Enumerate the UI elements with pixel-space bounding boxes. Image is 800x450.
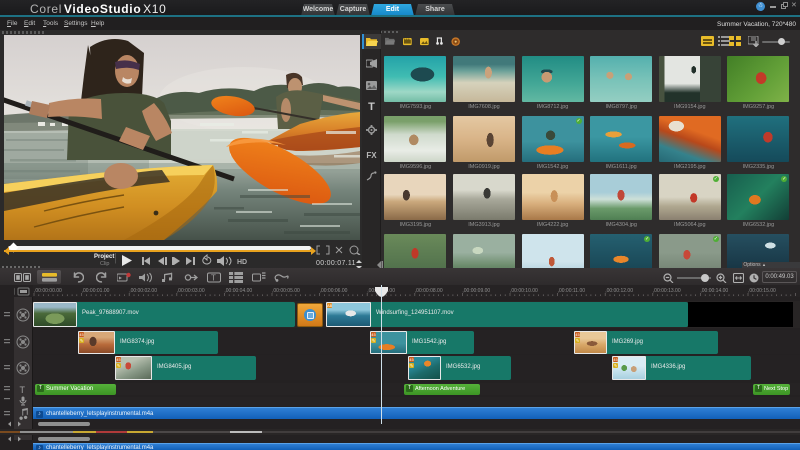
- svg-text:HD: HD: [237, 259, 247, 266]
- svg-text:T: T: [211, 273, 216, 282]
